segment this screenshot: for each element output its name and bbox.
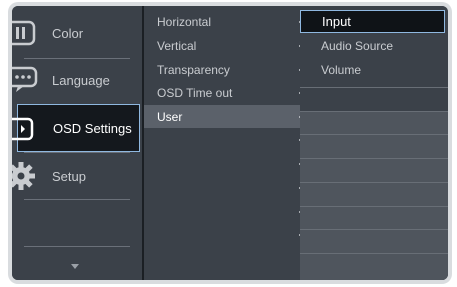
menu-item-setup[interactable]: Setup — [12, 153, 142, 199]
menu-item-language[interactable]: Language — [12, 57, 142, 103]
osd-submenu: Horizontal Vertical Transparency OSD Tim… — [144, 6, 301, 280]
divider — [24, 246, 130, 247]
divider — [300, 253, 448, 254]
divider — [300, 206, 448, 207]
divider — [300, 111, 448, 112]
menu-item-osd-settings[interactable]: OSD Settings — [12, 104, 140, 152]
menu-item-label: Color — [52, 25, 84, 41]
osd-settings-icon — [12, 117, 34, 141]
menu-item-color[interactable]: Color — [12, 10, 142, 56]
option-label: Audio Source — [321, 38, 394, 53]
option-audio-source[interactable]: Audio Source — [300, 34, 446, 57]
options-panel — [300, 112, 448, 280]
divider — [300, 182, 448, 183]
option-label: Input — [322, 14, 351, 29]
submenu-item-label: User — [157, 109, 183, 124]
submenu-item-label: OSD Time out — [157, 85, 233, 100]
submenu-item-label: Transparency — [157, 62, 230, 77]
menu-item-label: OSD Settings — [53, 120, 132, 136]
osd-menu: Color Language OSD Settings Setup Horizo… — [12, 6, 448, 280]
option-input[interactable]: Input — [300, 10, 445, 33]
divider — [300, 87, 448, 88]
option-volume[interactable]: Volume — [300, 58, 446, 81]
language-icon — [12, 66, 38, 92]
gear-icon — [12, 162, 35, 190]
menu-item-label: Language — [52, 72, 110, 88]
divider — [300, 158, 448, 159]
submenu-item-transparency[interactable]: Transparency — [144, 58, 300, 81]
divider — [24, 199, 130, 200]
chevron-down-icon[interactable] — [71, 264, 79, 269]
option-label: Volume — [321, 62, 362, 77]
color-icon — [12, 20, 36, 46]
submenu-item-user[interactable]: User — [144, 105, 300, 128]
osd-main-menu: Color Language OSD Settings Setup — [12, 6, 142, 280]
divider — [300, 229, 448, 230]
osd-options: Input Audio Source Volume — [300, 6, 448, 280]
submenu-item-vertical[interactable]: Vertical — [144, 34, 300, 57]
submenu-item-label: Vertical — [157, 38, 197, 53]
submenu-item-osd-time-out[interactable]: OSD Time out — [144, 81, 300, 104]
submenu-item-horizontal[interactable]: Horizontal — [144, 10, 300, 33]
divider — [300, 134, 448, 135]
menu-item-label: Setup — [52, 168, 86, 184]
submenu-item-label: Horizontal — [157, 14, 212, 29]
